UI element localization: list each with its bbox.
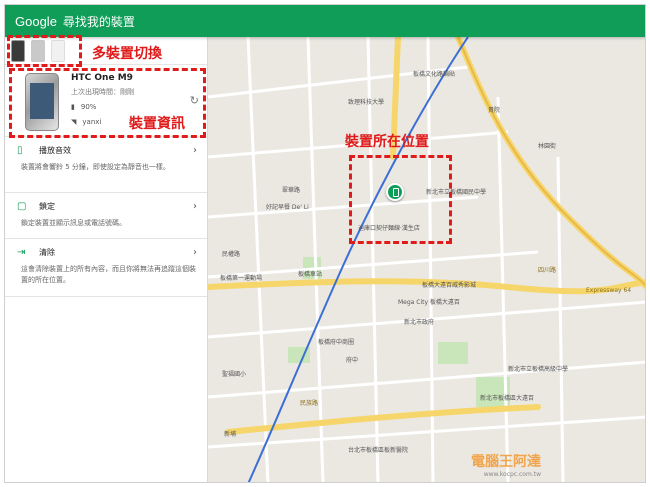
map-label: 貴院 (488, 107, 501, 114)
map-label: 新北市板橋區大遠百 (480, 395, 535, 402)
map-label: 板橋文化路鍋貼 (413, 71, 456, 78)
map-label: 新北市立板橋高級中學 (508, 366, 569, 373)
map-label: Expressway 64 (586, 287, 632, 294)
annotation-box-switch (7, 35, 82, 67)
map-label: 台北市板橋區板新醫院 (348, 447, 409, 454)
app-bar: Google 尋找我的裝置 (5, 5, 645, 37)
action-title: 清除 (39, 248, 55, 257)
map-label: 板橋府中商圈 (318, 339, 355, 346)
google-logo[interactable]: Google (15, 14, 57, 29)
map-label: Mega City 板橋大遠百 (398, 299, 460, 306)
annotation-info-label: 裝置資訊 (129, 116, 185, 132)
erase-icon: ⇥ (17, 247, 26, 258)
watermark: 電腦王阿達 www.kocpc.com.tw (471, 451, 541, 478)
map-label: 民權路 (222, 251, 241, 258)
map-label: 好記早餐 De' Li (266, 204, 309, 211)
annotation-location-label: 裝置所在位置 (345, 134, 429, 150)
action-desc: 鎖定裝置並顯示訊息或電話號碼。 (21, 219, 126, 227)
erase-action[interactable]: ⇥ 清除 這會清除裝置上的所有內容，而且你將無法再追蹤這個裝置的所在位置。 › (5, 239, 207, 297)
map-label: 民族路 (300, 400, 319, 407)
action-title: 鎖定 (39, 202, 55, 211)
action-title: 播放音效 (39, 146, 71, 155)
action-desc: 裝置將會響鈴 5 分鐘，即使設定為靜音也一樣。 (21, 163, 170, 171)
ring-icon: ▯ (17, 145, 23, 156)
annotation-switch-label: 多裝置切換 (92, 46, 162, 62)
map-view[interactable]: 板橋文化路鍋貼 致理科技大學 新北市立板橋國民中學 迪庫口契仔麵線·漢生店 好記… (208, 37, 645, 482)
chevron-right-icon: › (193, 145, 197, 156)
chevron-right-icon: › (193, 247, 197, 258)
watermark-name: 電腦王阿達 (471, 454, 541, 470)
map-label: 板橋第一運動場 (220, 275, 263, 282)
chevron-right-icon: › (193, 201, 197, 212)
map-label: 四川路 (538, 267, 557, 274)
map-label: 翠華路 (282, 187, 301, 194)
browser-frame: Google 尋找我的裝置 HTC One M9 上次出現時間：剛剛 ▮ 90%… (4, 4, 646, 483)
map-label: 林園街 (538, 143, 557, 150)
map-label: 府中 (346, 357, 359, 364)
lock-icon: ▢ (17, 201, 27, 212)
lock-action[interactable]: ▢ 鎖定 鎖定裝置並顯示訊息或電話號碼。 › (5, 193, 207, 239)
annotation-box-location (349, 155, 452, 244)
watermark-url: www.kocpc.com.tw (483, 471, 541, 478)
map-roads (208, 37, 645, 482)
page-title: 尋找我的裝置 (62, 14, 135, 29)
map-label: 致理科技大學 (348, 99, 385, 106)
map-label: 聖福國小 (222, 371, 247, 378)
map-label: 新埔 (224, 431, 237, 438)
map-label: 新北市政府 (404, 319, 435, 326)
map-label: 板橋大遠百威秀影城 (422, 282, 477, 289)
play-sound-action[interactable]: ▯ 播放音效 裝置將會響鈴 5 分鐘，即使設定為靜音也一樣。 › (5, 137, 207, 193)
map-label: 板橋車站 (298, 271, 323, 278)
action-desc: 這會清除裝置上的所有內容，而且你將無法再追蹤這個裝置的所在位置。 (21, 265, 196, 284)
